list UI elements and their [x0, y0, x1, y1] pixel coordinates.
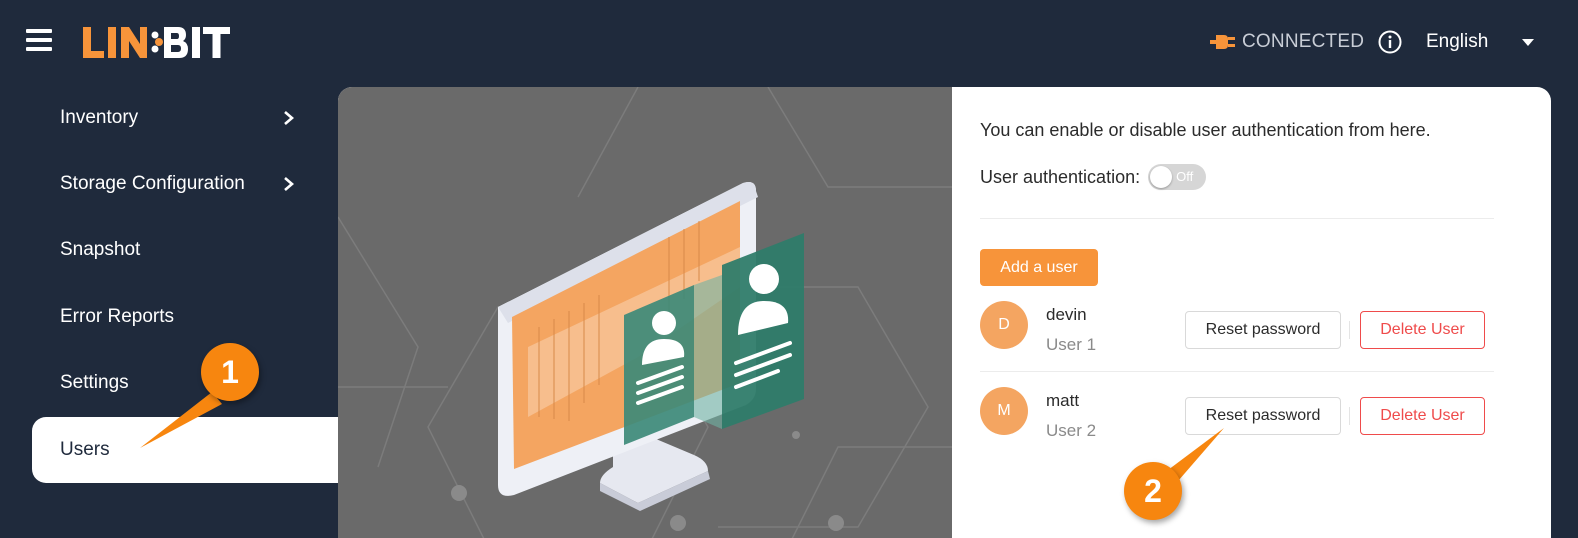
divider	[1349, 407, 1350, 425]
sidebar-item-label: Users	[60, 439, 110, 460]
sidebar-item-label: Storage Configuration	[60, 173, 245, 194]
info-icon[interactable]	[1378, 30, 1402, 54]
reset-password-button[interactable]: Reset password	[1185, 311, 1341, 349]
main-content-card: You can enable or disable user authentic…	[338, 87, 1551, 538]
connection-status: CONNECTED	[1208, 30, 1364, 54]
auth-label: User authentication:	[980, 166, 1141, 187]
chevron-right-icon	[284, 111, 294, 125]
sidebar-item-label: Settings	[60, 372, 129, 393]
sidebar-nav: Inventory Storage Configuration Snapshot…	[0, 84, 338, 538]
user-role: User 2	[1046, 421, 1097, 440]
auth-intro-text: You can enable or disable user authentic…	[980, 120, 1431, 140]
language-label: English	[1426, 31, 1489, 52]
toggle-knob	[1150, 166, 1173, 188]
callout-badge-2: 2	[1124, 462, 1182, 520]
sidebar-item-snapshot[interactable]: Snapshot	[32, 217, 338, 283]
auth-toggle[interactable]: Off	[1148, 164, 1207, 190]
sidebar-item-settings[interactable]: Settings	[32, 350, 338, 416]
linbit-logo	[80, 18, 240, 68]
plug-icon	[1210, 35, 1235, 49]
user-name: devin	[1046, 305, 1087, 324]
chevron-right-icon	[284, 177, 294, 191]
sidebar-item-error-reports[interactable]: Error Reports	[32, 284, 338, 350]
callout-badge-1: 1	[201, 343, 259, 401]
user-row: M matt User 2 Reset password Delete User	[980, 387, 1494, 457]
add-user-button[interactable]: Add a user	[980, 249, 1098, 286]
user-row: D devin User 1 Reset password Delete Use…	[980, 301, 1494, 371]
connection-status-label: CONNECTED	[1242, 31, 1365, 52]
language-select[interactable]: English	[1426, 30, 1535, 54]
auth-setting-row: User authentication: Off	[980, 164, 1207, 190]
divider	[980, 371, 1494, 372]
sidebar-item-users[interactable]: Users	[32, 417, 338, 483]
avatar: D	[980, 301, 1028, 349]
toggle-state-label: Off	[1176, 169, 1194, 184]
delete-user-button[interactable]: Delete User	[1360, 311, 1485, 349]
sidebar-item-label: Inventory	[60, 107, 139, 128]
sidebar-item-label: Snapshot	[60, 239, 141, 260]
sidebar-item-storage-configuration[interactable]: Storage Configuration	[32, 151, 338, 217]
user-name: matt	[1046, 391, 1080, 410]
sidebar-item-inventory[interactable]: Inventory	[32, 85, 338, 151]
delete-user-button[interactable]: Delete User	[1360, 397, 1485, 435]
hamburger-menu-icon[interactable]	[26, 29, 52, 53]
reset-password-button[interactable]: Reset password	[1185, 397, 1341, 435]
caret-down-icon	[1522, 38, 1535, 46]
avatar: M	[980, 387, 1028, 435]
top-bar: CONNECTED English	[0, 0, 1578, 84]
divider	[1349, 321, 1350, 339]
users-panel: You can enable or disable user authentic…	[980, 87, 1540, 538]
users-illustration	[338, 87, 952, 538]
user-role: User 1	[1046, 335, 1097, 354]
divider	[980, 218, 1494, 219]
sidebar-item-label: Error Reports	[60, 306, 175, 327]
